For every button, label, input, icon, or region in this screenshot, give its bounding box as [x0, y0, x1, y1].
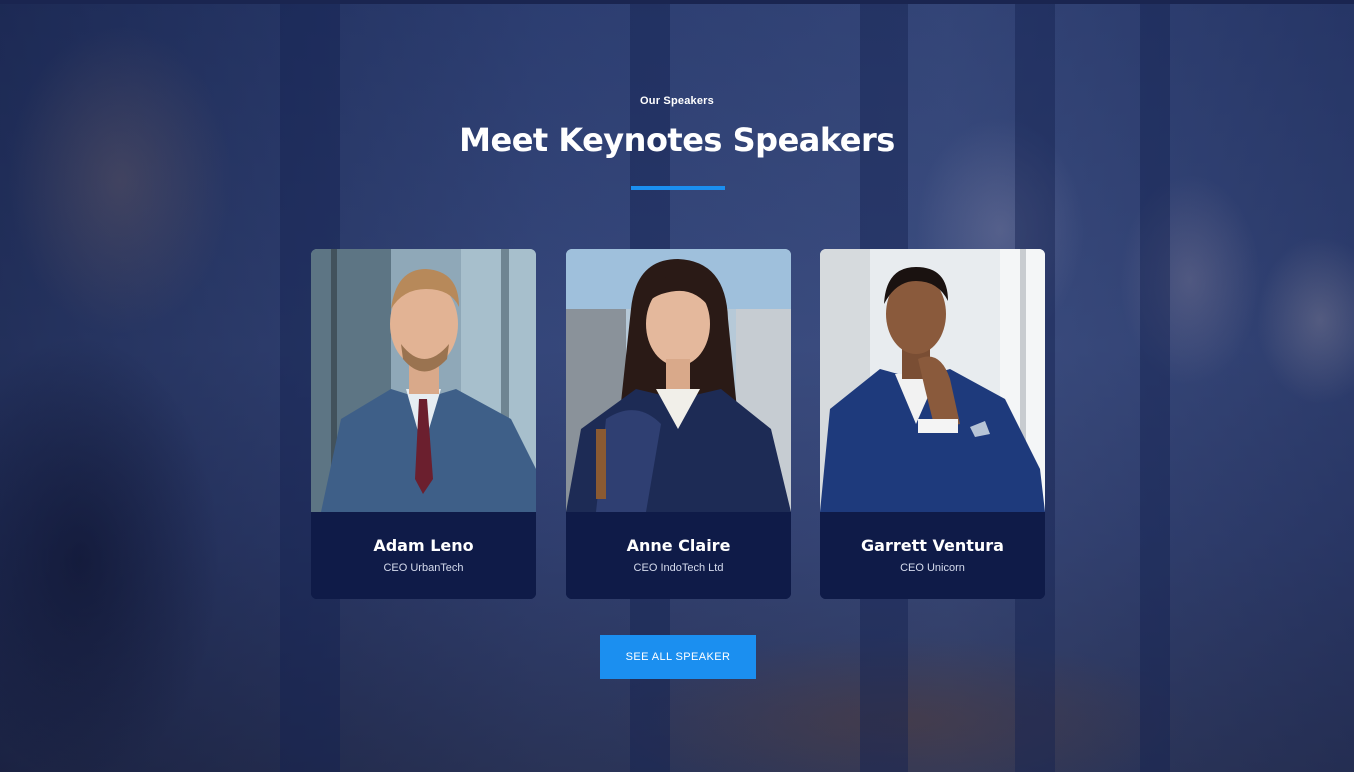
section-title: Meet Keynotes Speakers: [459, 121, 895, 159]
speaker-photo: [820, 249, 1045, 512]
speaker-card[interactable]: Anne Claire CEO IndoTech Ltd: [566, 249, 791, 599]
speaker-name: Adam Leno: [373, 536, 474, 555]
speaker-role: CEO Unicorn: [900, 562, 965, 574]
top-border: [0, 0, 1354, 4]
speaker-card[interactable]: Adam Leno CEO UrbanTech: [311, 249, 536, 599]
section-eyebrow: Our Speakers: [640, 95, 714, 107]
speaker-role: CEO UrbanTech: [383, 562, 464, 574]
speaker-name: Garrett Ventura: [861, 536, 1004, 555]
speaker-photo: [311, 249, 536, 512]
section-header: Our Speakers Meet Keynotes Speakers: [0, 95, 1354, 159]
speaker-info: Adam Leno CEO UrbanTech: [311, 512, 536, 599]
speaker-role: CEO IndoTech Ltd: [633, 562, 724, 574]
speaker-card[interactable]: Garrett Ventura CEO Unicorn: [820, 249, 1045, 599]
speaker-info: Garrett Ventura CEO Unicorn: [820, 512, 1045, 599]
speaker-info: Anne Claire CEO IndoTech Ltd: [566, 512, 791, 599]
see-all-speakers-button[interactable]: SEE ALL SPEAKER: [600, 635, 756, 679]
speaker-photo: [566, 249, 791, 512]
title-underline: [631, 186, 725, 190]
speaker-name: Anne Claire: [626, 536, 731, 555]
